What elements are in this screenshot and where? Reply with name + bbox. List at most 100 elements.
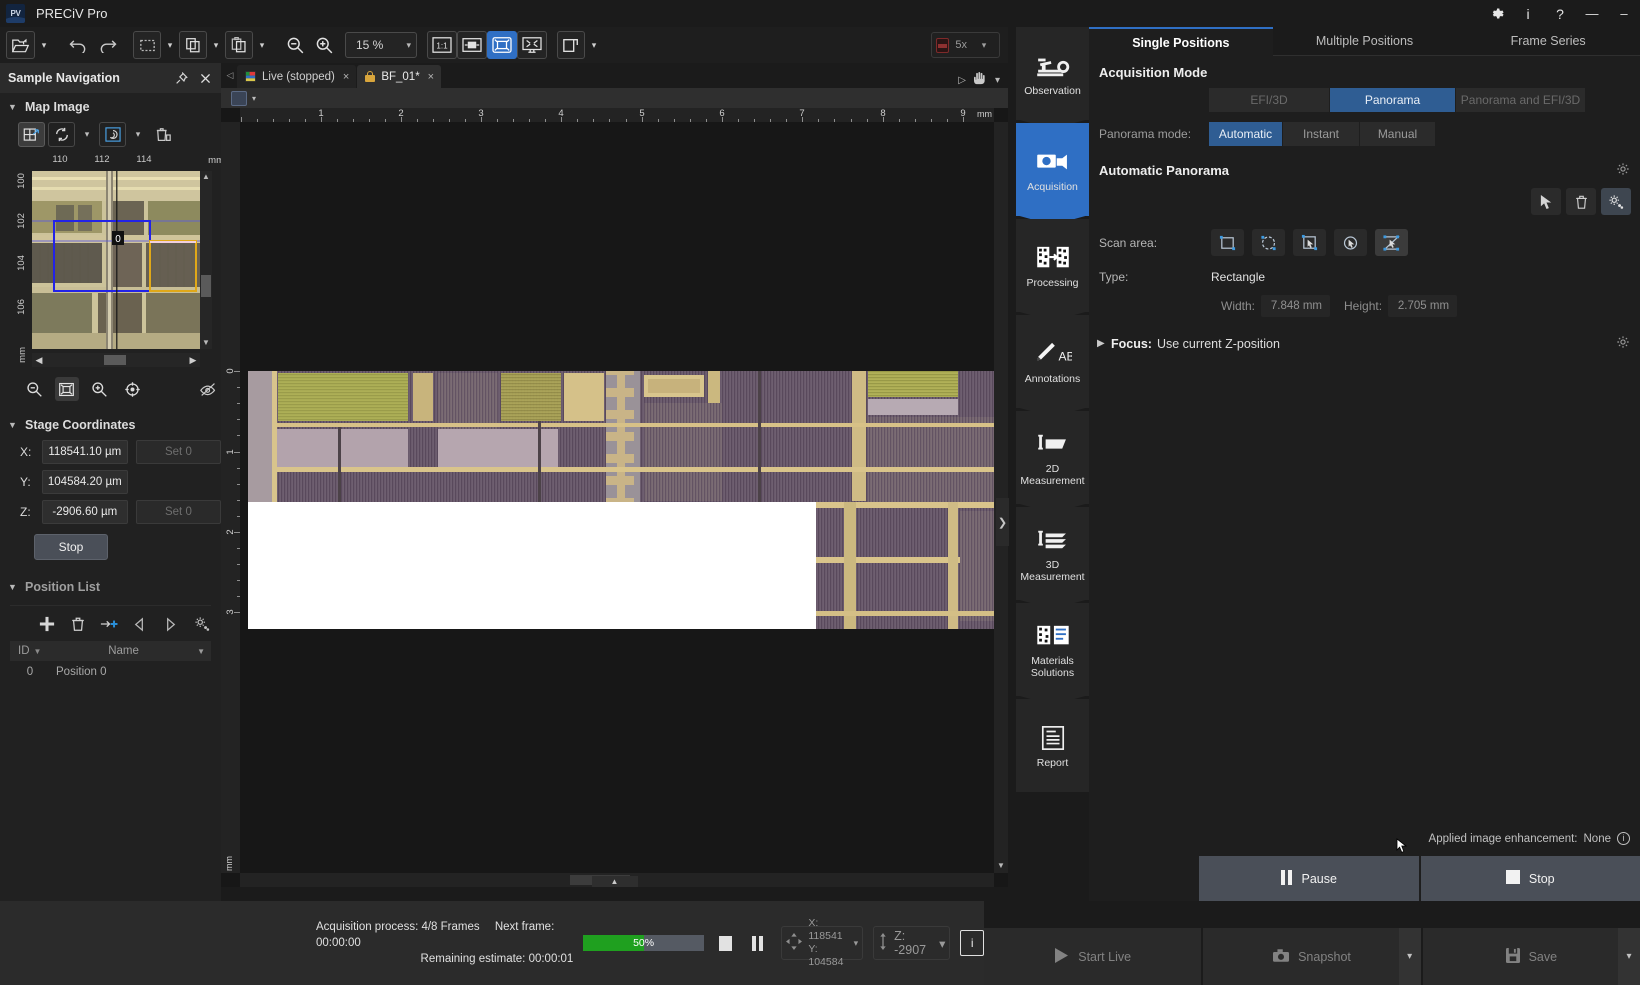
start-live-button[interactable]: Start Live [984,928,1201,985]
right-panel-collapse-handle[interactable]: ❯ [996,498,1009,546]
copy-icon[interactable] [179,31,207,59]
map-vscroll-thumb[interactable] [201,275,211,297]
rectangle-scan-icon[interactable] [1211,229,1244,256]
status-pause-button[interactable] [748,932,768,954]
map-overlay-toggle-icon[interactable] [196,377,221,401]
position-list-section-header[interactable]: ▼ Position List [0,560,221,599]
zoom-out-icon[interactable] [281,31,310,59]
mode-option-panorama-and-efi3d[interactable]: Panorama and EFI/3D [1456,88,1586,112]
stop-button[interactable]: Stop [1421,856,1640,901]
objective-selector[interactable]: 5x ▾ [931,32,1000,58]
snapshot-chevron-down-icon[interactable]: ▾ [1399,928,1421,985]
map-image-chevron-down-icon[interactable]: ▼ [8,102,18,112]
layout-dropdown-chevron-down-icon[interactable]: ▾ [585,40,603,51]
zoom-in-icon[interactable] [310,31,339,59]
mode-option-efi3d[interactable]: EFI/3D [1209,88,1330,112]
select-dropdown-chevron-down-icon[interactable]: ▾ [161,40,179,51]
table-row[interactable]: 0 Position 0 [10,661,211,683]
map-hscroll-thumb[interactable] [104,355,126,365]
map-zoom-out-icon[interactable] [22,377,47,401]
map-image-widget[interactable]: 110 112 114 mm 100 102 104 106 mm [14,153,212,365]
sidebar-item-materials-solutions[interactable]: Materials Solutions [1016,603,1089,696]
full-screen-button[interactable] [517,31,547,59]
map-scroll-up-icon[interactable]: ▲ [200,171,212,183]
panorama-viewport[interactable] [240,122,994,873]
new-map-icon[interactable] [18,122,45,147]
move-to-position-icon[interactable] [100,613,119,635]
circle-pick-icon[interactable] [1334,229,1367,256]
panorama-mode-manual[interactable]: Manual [1360,122,1436,146]
zoom-level-combo[interactable]: 15 % ▾ [345,32,417,58]
save-button[interactable]: Save ▾ [1423,928,1640,985]
tab-menu-chevron-down-icon[interactable]: ▾ [995,75,1000,86]
focus-row[interactable]: ▶ Focus: Use current Z-position [1089,317,1640,352]
ellipse-scan-icon[interactable] [1252,229,1285,256]
scan-width-value[interactable]: 7.848 mm [1261,295,1330,317]
map-image-section-header[interactable]: ▼ Map Image [0,93,221,119]
map-scroll-left-icon[interactable]: ◀ [32,353,46,367]
objective-chevron-down-icon[interactable]: ▾ [973,40,995,51]
settings-gear-icon[interactable] [1480,0,1512,27]
redo-icon[interactable] [93,31,123,59]
refresh-map-chevron-down-icon[interactable]: ▾ [78,129,96,140]
tab-live-close-icon[interactable]: × [343,71,349,83]
sort-chevron-down-icon[interactable]: ▼ [34,647,42,656]
name-sort-chevron-down-icon[interactable]: ▼ [197,647,211,656]
stage-stop-button[interactable]: Stop [34,534,108,560]
selection-icon[interactable] [133,31,161,59]
map-zoom-in-icon[interactable] [87,377,112,401]
scan-height-value[interactable]: 2.705 mm [1388,295,1457,317]
stage-z-set-zero-button[interactable]: Set 0 [136,500,221,524]
tab-bf01[interactable]: BF_01* × [357,65,441,88]
refresh-map-icon[interactable] [48,122,75,147]
tab-bf01-close-icon[interactable]: × [428,71,434,83]
info-icon[interactable]: i [1512,0,1544,27]
xy-chevron-down-icon[interactable]: ▾ [854,938,859,949]
image-info-icon[interactable] [231,91,247,106]
open-folder-icon[interactable] [6,31,35,59]
delete-position-icon[interactable] [69,613,88,635]
tab-scroll-left-icon[interactable]: ◁ [223,63,237,88]
open-dropdown-chevron-down-icon[interactable]: ▾ [35,40,53,51]
close-icon[interactable] [195,68,215,88]
map-vertical-scrollbar[interactable]: ▲ ▼ [200,171,212,349]
map-canvas[interactable]: 0 [32,171,200,349]
paste-icon[interactable] [225,31,253,59]
minimize-button[interactable]: — [1576,0,1608,27]
rectangle-pick-icon[interactable] [1293,229,1326,256]
image-info-chevron-down-icon[interactable]: ▾ [252,94,256,103]
sidebar-item-3d-measurement[interactable]: 3D Measurement [1016,507,1089,600]
panorama-mode-automatic[interactable]: Automatic [1209,122,1283,146]
focus-gear-icon[interactable] [1616,335,1630,352]
help-icon[interactable]: ? [1544,0,1576,27]
pause-button[interactable]: Pause [1199,856,1419,901]
add-position-icon[interactable] [38,613,57,635]
stage-coordinates-section-header[interactable]: ▼ Stage Coordinates [0,401,221,437]
layout-icon[interactable] [557,31,585,59]
stage-x-set-zero-button[interactable]: Set 0 [136,440,221,464]
z-chevron-down-icon[interactable]: ▾ [939,936,945,951]
map-scroll-right-icon[interactable]: ▶ [186,353,200,367]
map-center-icon[interactable] [120,377,145,401]
polygon-pick-icon[interactable] [1375,229,1408,256]
tab-frame-series[interactable]: Frame Series [1456,27,1640,56]
position-list-chevron-down-icon[interactable]: ▼ [8,582,18,592]
z-position-field[interactable]: Z: -2907 ▾ [873,926,950,960]
map-scan-chevron-down-icon[interactable]: ▾ [129,129,147,140]
xy-position-field[interactable]: X: 118541 Y: 104584 ▾ [781,926,863,960]
monitor-info-icon[interactable]: i [960,930,984,956]
copy-dropdown-chevron-down-icon[interactable]: ▾ [207,40,225,51]
stage-coordinates-chevron-down-icon[interactable]: ▼ [8,420,18,430]
restore-button[interactable]: – [1608,0,1640,27]
delete-tool-icon[interactable] [1566,188,1596,215]
fit-width-button[interactable] [457,31,487,59]
canvas-scroll-down-icon[interactable]: ▼ [994,859,1008,873]
fit-page-button[interactable] [487,31,517,59]
paste-dropdown-chevron-down-icon[interactable]: ▾ [253,40,271,51]
map-scan-mode-icon[interactable] [99,122,126,147]
pointer-tool-icon[interactable] [1531,188,1561,215]
zoom-1-to-1-button[interactable]: 1:1 [427,31,457,59]
next-position-icon[interactable] [161,613,180,635]
tab-multiple-positions[interactable]: Multiple Positions [1273,27,1457,56]
focus-chevron-right-icon[interactable]: ▶ [1097,338,1111,349]
